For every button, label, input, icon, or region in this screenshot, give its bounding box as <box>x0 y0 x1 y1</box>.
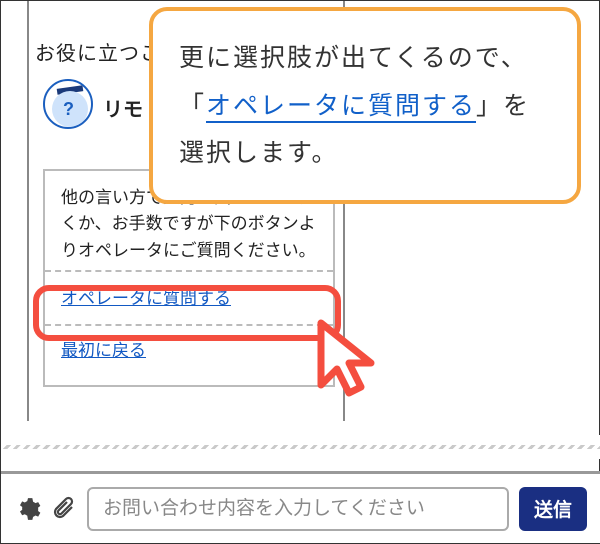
previous-bot-message-fragment: お役に立つこ <box>35 37 161 66</box>
bot-name-fragment: リモ <box>103 93 143 122</box>
paperclip-icon <box>52 496 76 522</box>
bot-avatar: ? <box>43 79 93 129</box>
attach-button[interactable] <box>51 496 77 522</box>
send-button[interactable]: 送信 <box>519 487 587 531</box>
settings-button[interactable] <box>15 496 41 522</box>
gear-icon <box>15 496 41 522</box>
tooltip-emphasis-link-text: オペレータに質問する <box>206 92 476 123</box>
question-mark-icon: ? <box>63 99 74 120</box>
cursor-icon <box>307 315 393 405</box>
back-to-start-link[interactable]: 最初に戻る <box>61 326 317 374</box>
chat-input-bar: 送信 <box>1 471 600 543</box>
ask-operator-link[interactable]: オペレータに質問する <box>61 272 317 322</box>
chat-message-input[interactable] <box>87 487 509 531</box>
instruction-tooltip: 更に選択肢が出てくるので、「オペレータに質問する」を選択します。 <box>149 7 581 204</box>
content-break <box>1 435 600 459</box>
